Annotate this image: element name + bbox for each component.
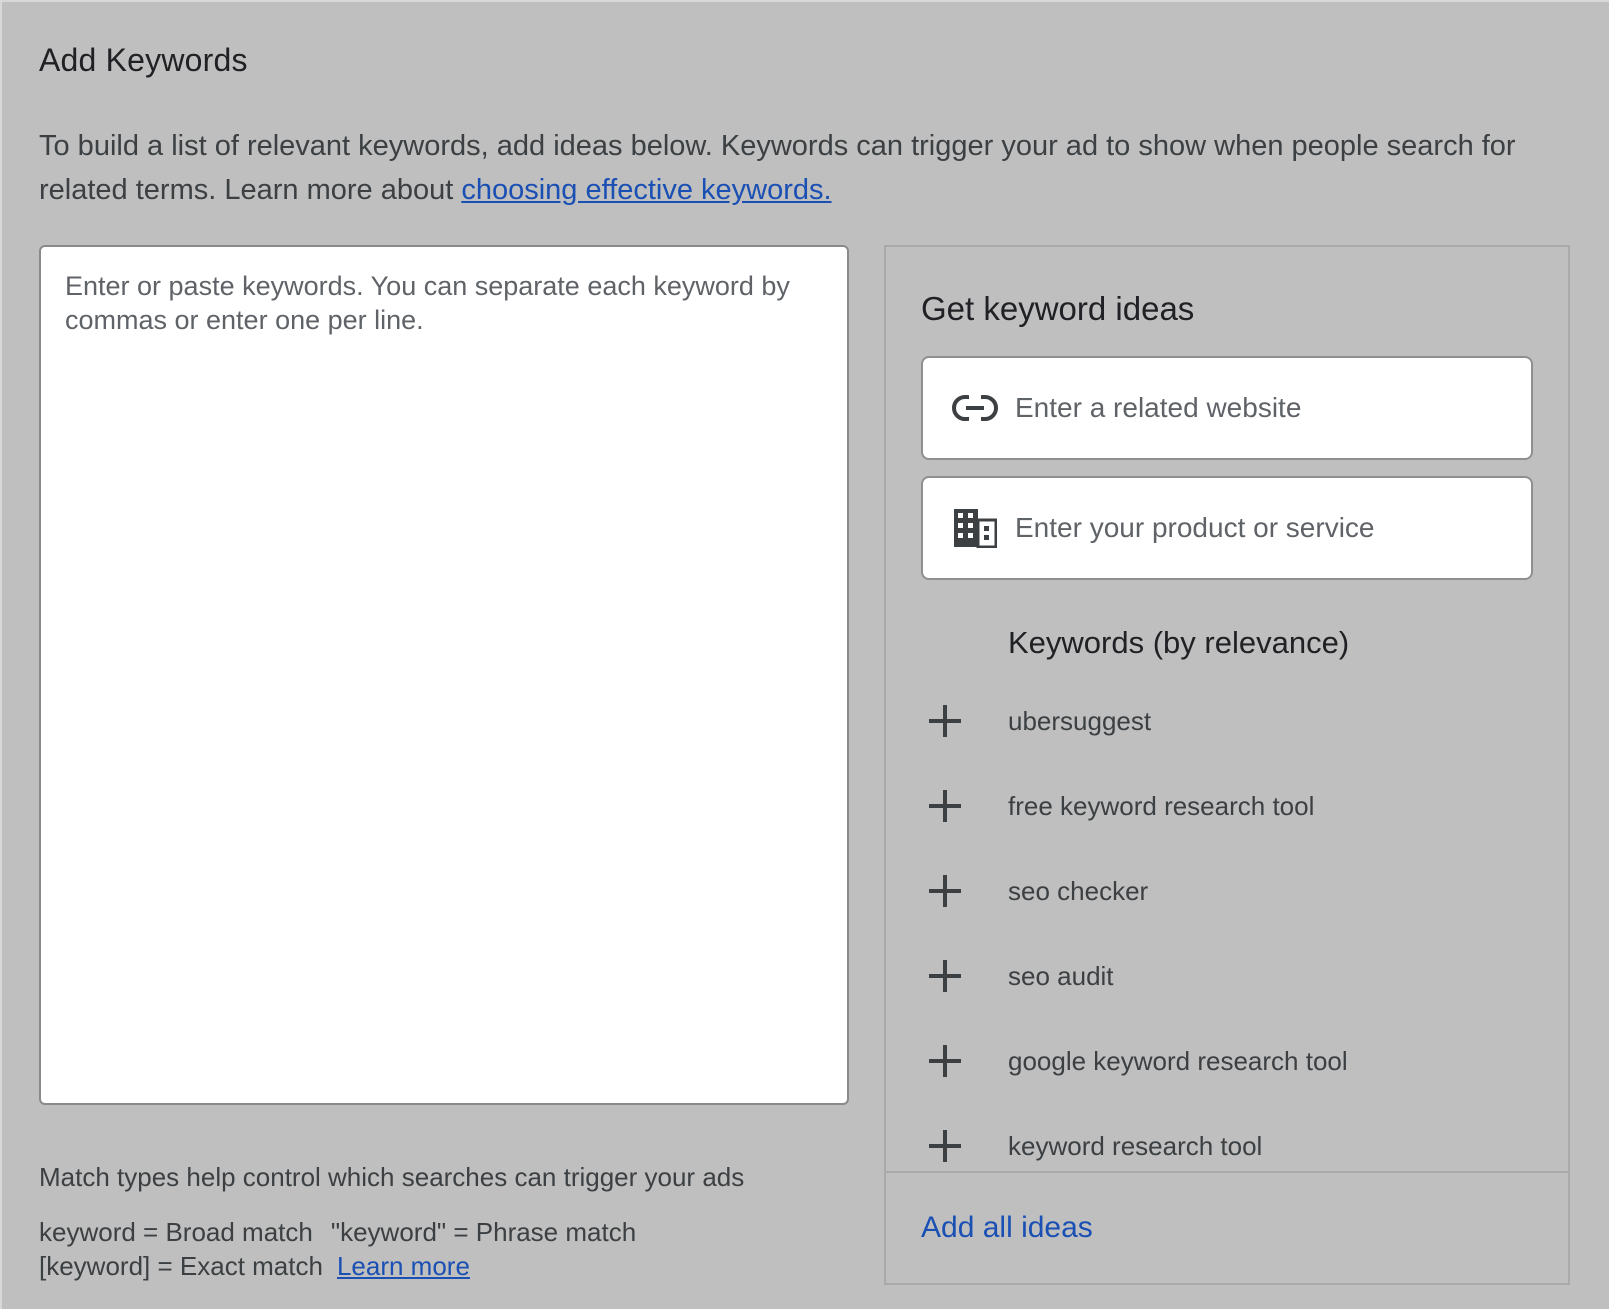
keyword-idea-label: seo audit bbox=[1008, 960, 1114, 991]
keyword-idea-label: ubersuggest bbox=[1008, 705, 1152, 736]
keyword-idea-label: free keyword research tool bbox=[1008, 790, 1315, 821]
product-service-field[interactable] bbox=[921, 476, 1533, 580]
keyword-ideas-footer: Add all ideas bbox=[886, 1171, 1568, 1283]
keywords-textarea[interactable] bbox=[41, 247, 847, 1103]
link-icon bbox=[951, 388, 999, 428]
add-keyword-plus-icon[interactable] bbox=[925, 786, 965, 826]
add-keyword-plus-icon[interactable] bbox=[925, 701, 965, 741]
product-service-input[interactable] bbox=[1015, 512, 1531, 544]
add-keyword-plus-icon[interactable] bbox=[925, 1041, 965, 1081]
related-website-field[interactable] bbox=[921, 356, 1533, 460]
match-types-legend: keyword = Broad match "keyword" = Phrase … bbox=[39, 1215, 636, 1283]
add-keyword-plus-icon[interactable] bbox=[925, 871, 965, 911]
page-title: Add Keywords bbox=[39, 42, 248, 78]
keyword-idea-row[interactable]: keyword research tool bbox=[886, 1116, 1568, 1171]
broad-match-text: keyword = Broad match bbox=[39, 1217, 313, 1247]
keywords-editor[interactable] bbox=[39, 245, 849, 1105]
keyword-ideas-title: Get keyword ideas bbox=[921, 290, 1195, 327]
keyword-idea-row[interactable]: seo checker bbox=[886, 861, 1568, 921]
building-icon bbox=[951, 508, 999, 548]
keyword-idea-row[interactable]: seo audit bbox=[886, 946, 1568, 1006]
match-types-help: Match types help control which searches … bbox=[39, 1162, 745, 1192]
keyword-ideas-panel: Get keyword ideas Enter a related websit… bbox=[884, 245, 1570, 1285]
keyword-idea-label: keyword research tool bbox=[1008, 1130, 1263, 1161]
learn-more-link[interactable]: Learn more bbox=[337, 1251, 470, 1281]
choosing-effective-keywords-link[interactable]: choosing effective keywords. bbox=[461, 174, 831, 206]
keywords-list-header: Keywords (by relevance) bbox=[1008, 625, 1350, 660]
exact-match-text: [keyword] = Exact match bbox=[39, 1251, 323, 1281]
phrase-match-text: "keyword" = Phrase match bbox=[330, 1217, 637, 1247]
add-keyword-plus-icon[interactable] bbox=[925, 956, 965, 996]
keyword-ideas-list: ubersuggest free keyword research tool s… bbox=[886, 687, 1568, 1171]
keyword-idea-label: seo checker bbox=[1008, 875, 1149, 906]
intro-paragraph: To build a list of relevant keywords, ad… bbox=[39, 124, 1559, 212]
keyword-idea-row[interactable]: ubersuggest bbox=[886, 691, 1568, 751]
add-keyword-plus-icon[interactable] bbox=[925, 1126, 965, 1166]
keyword-idea-row[interactable]: free keyword research tool bbox=[886, 776, 1568, 836]
keyword-idea-row[interactable]: google keyword research tool bbox=[886, 1031, 1568, 1091]
match-types-line-2: [keyword] = Exact match Learn more bbox=[39, 1249, 636, 1283]
match-types-line-1: keyword = Broad match "keyword" = Phrase … bbox=[39, 1215, 636, 1249]
related-website-input[interactable] bbox=[1015, 392, 1531, 424]
add-all-ideas-button[interactable]: Add all ideas bbox=[921, 1211, 1093, 1245]
add-keywords-page: Add Keywords To build a list of relevant… bbox=[0, 0, 1609, 1309]
keyword-idea-label: google keyword research tool bbox=[1008, 1045, 1348, 1076]
